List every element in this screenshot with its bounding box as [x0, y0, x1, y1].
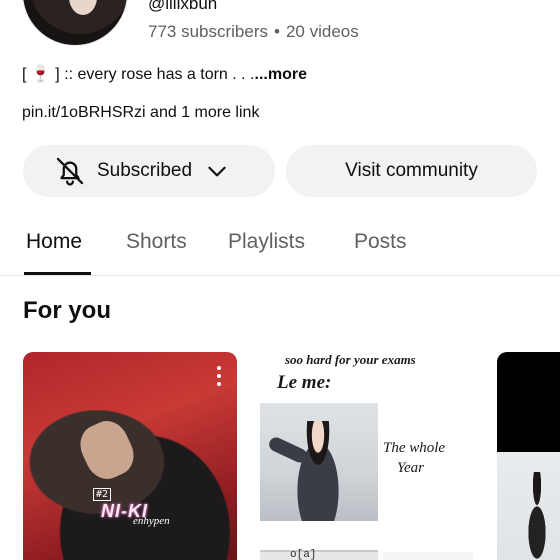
tab-home[interactable]: Home: [26, 230, 82, 254]
more-options-icon[interactable]: [217, 366, 223, 386]
desc-more-link[interactable]: ...more: [255, 66, 307, 83]
meme-caption-me: Le me:: [277, 372, 332, 393]
short-card[interactable]: soo hard for your exams Le me: The whole…: [259, 352, 473, 560]
desc-open-bracket: [: [22, 66, 27, 83]
short-thumbnail: [23, 382, 237, 560]
meme-bottom-strip: o[a]: [260, 549, 378, 560]
meme-caption-side-1: The whole: [383, 440, 446, 456]
overlay-number: #2: [93, 488, 112, 501]
section-title: For you: [23, 297, 111, 324]
channel-links[interactable]: pin.it/1oBRHSRzi and 1 more link: [22, 104, 259, 122]
video-count: 20 videos: [285, 22, 359, 41]
tab-shorts[interactable]: Shorts: [126, 230, 187, 254]
stats-separator: •: [274, 22, 280, 41]
overlay-group: enhypen: [133, 515, 170, 527]
tab-playlists[interactable]: Playlists: [228, 230, 305, 254]
bell-off-icon: [56, 157, 84, 186]
meme-caption-top: soo hard for your exams: [285, 352, 416, 367]
channel-avatar[interactable]: [22, 0, 128, 46]
subscribed-label: Subscribed: [97, 160, 193, 181]
channel-stats: 773 subscribers • 20 videos: [148, 22, 359, 42]
subscribed-button[interactable]: Subscribed: [23, 145, 275, 197]
strip-text: o[a]: [290, 549, 317, 560]
subscriber-count: 773 subscribers: [148, 22, 269, 41]
visit-community-label: Visit community: [345, 160, 478, 181]
meme-photo: [260, 403, 378, 521]
channel-description[interactable]: [ 🍷 ] :: every rose has a torn . . ....m…: [22, 64, 307, 84]
desc-text: :: every rose has a torn . . .: [64, 66, 255, 83]
meme-caption-side-2: Year: [397, 460, 424, 476]
short-card[interactable]: [497, 352, 560, 560]
meme-caption-side: The whole Year: [383, 438, 445, 478]
visit-community-button[interactable]: Visit community: [286, 145, 537, 197]
active-tab-indicator: [24, 272, 91, 275]
chevron-down-icon: [208, 166, 226, 177]
channel-tabs: Home Shorts Playlists Posts: [0, 214, 560, 276]
wine-icon: 🍷: [30, 66, 51, 83]
desc-close-bracket: ]: [55, 66, 60, 83]
tab-posts[interactable]: Posts: [354, 230, 407, 254]
short-thumbnail: [497, 452, 560, 560]
short-card[interactable]: #2 NI-KI enhypen: [23, 352, 237, 560]
channel-handle: @lilixbun: [148, 0, 218, 13]
